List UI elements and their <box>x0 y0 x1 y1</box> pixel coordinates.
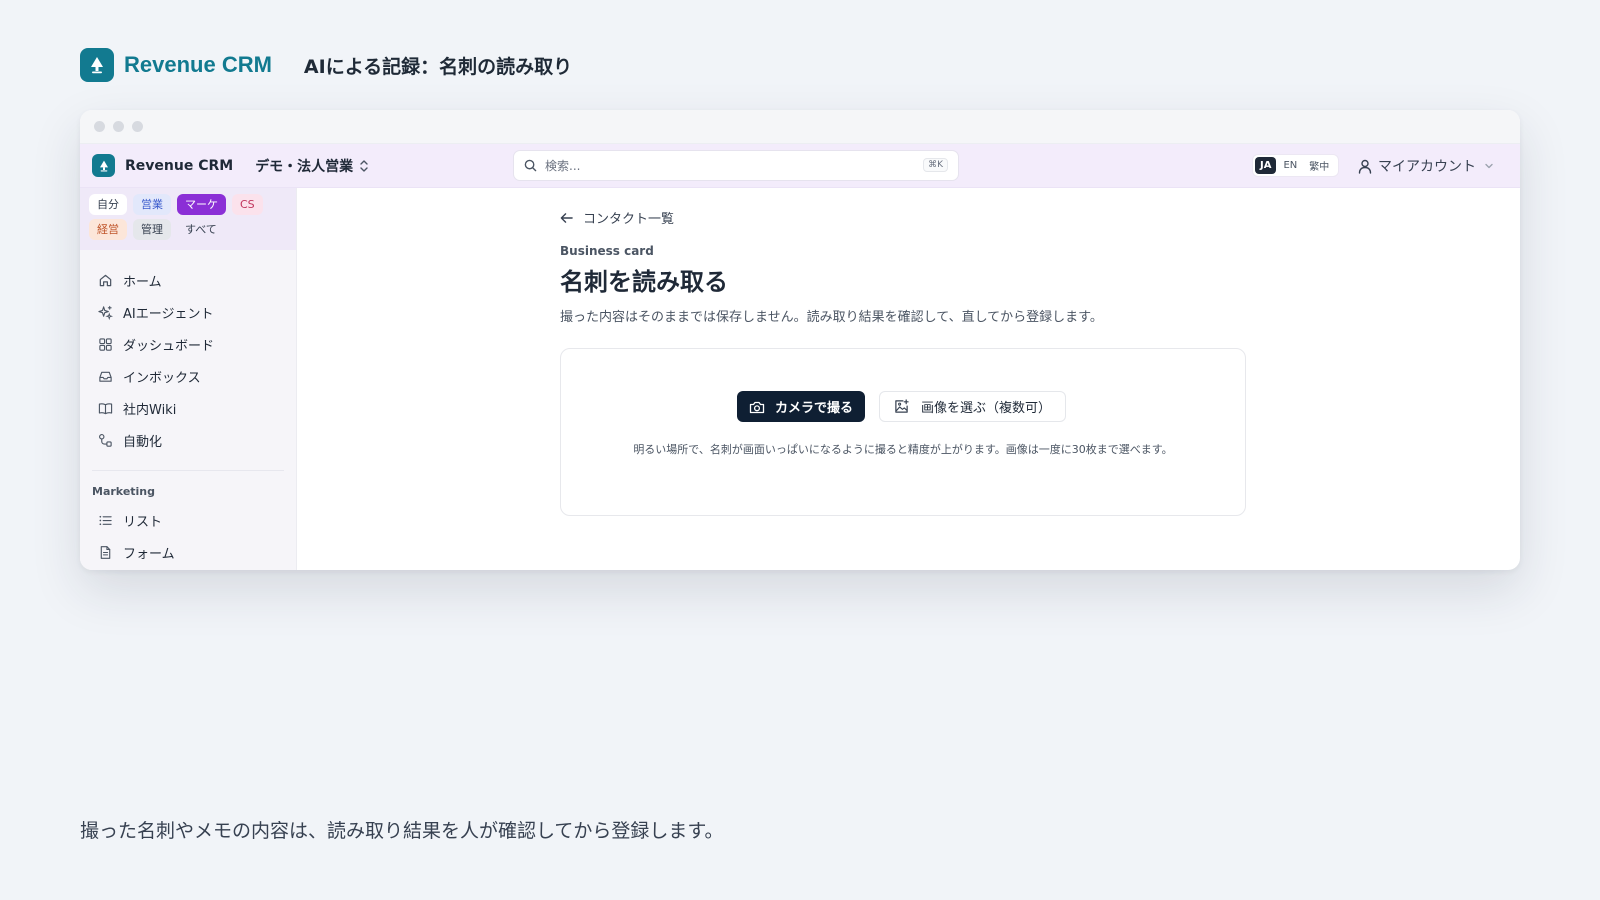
chevron-down-icon <box>1485 163 1493 169</box>
app-logo-icon[interactable] <box>92 154 115 177</box>
workspace-label: デモ・法人営業 <box>255 158 354 175</box>
sidebar-item-label: 社内Wiki <box>123 402 177 418</box>
capture-hint: 明るい場所で、名刺が画面いっぱいになるように撮ると精度が上がります。画像は一度に… <box>633 443 1173 456</box>
chip-self[interactable]: 自分 <box>89 194 127 215</box>
capture-card: カメラで撮る 画像を選ぶ（複数可） 明るい場所で、名刺が画面いっぱいになるように… <box>560 348 1246 516</box>
sidebar-section-marketing: Marketing <box>92 485 156 498</box>
sidebar-item-label: リスト <box>123 514 163 530</box>
back-link-label: コンタクト一覧 <box>583 212 675 227</box>
search-input[interactable] <box>545 158 895 173</box>
inbox-icon <box>99 371 112 382</box>
page-title: 名刺を読み取る <box>560 268 728 296</box>
arrow-left-icon <box>560 212 573 223</box>
image-add-icon <box>895 399 909 413</box>
choose-image-button[interactable]: 画像を選ぶ（複数可） <box>879 391 1067 422</box>
workspace-switcher[interactable]: デモ・法人営業 <box>255 156 369 176</box>
chip-admin[interactable]: 管理 <box>133 219 171 240</box>
home-icon <box>99 274 112 286</box>
sidebar-item-label: インボックス <box>123 370 201 386</box>
sidebar-item-home[interactable]: ホーム <box>80 264 296 296</box>
window-titlebar <box>80 110 1520 144</box>
app-name: Revenue CRM <box>125 157 234 174</box>
list-icon <box>99 515 112 525</box>
lang-ja[interactable]: JA <box>1255 157 1277 174</box>
back-to-contacts-link[interactable]: コンタクト一覧 <box>560 208 674 227</box>
search-icon <box>524 159 537 172</box>
camera-icon <box>749 401 765 413</box>
slide-title: AIによる記録：名刺の読み取り <box>303 55 573 78</box>
chip-executive[interactable]: 経営 <box>89 219 127 240</box>
chip-sales[interactable]: 営業 <box>133 194 171 215</box>
sidebar-item-form[interactable]: フォーム <box>80 536 296 568</box>
slide-header: Revenue CRM AIによる記録：名刺の読み取り <box>80 48 572 82</box>
slide-caption: 撮った名刺やメモの内容は、読み取り結果を人が確認してから登録します。 <box>80 820 724 842</box>
account-menu[interactable]: マイアカウント <box>1358 156 1494 176</box>
sidebar-item-wiki[interactable]: 社内Wiki <box>80 392 296 424</box>
sidebar-item-label: ダッシュボード <box>123 338 215 354</box>
workflow-icon <box>99 433 112 447</box>
capture-actions: カメラで撮る 画像を選ぶ（複数可） <box>737 391 1067 422</box>
brand-logo-icon <box>80 48 114 82</box>
sidebar-item-ai-agent[interactable]: AIエージェント <box>80 296 296 328</box>
chip-all[interactable]: すべて <box>177 219 225 240</box>
lang-en[interactable]: EN <box>1278 157 1302 174</box>
sidebar-item-inbox[interactable]: インボックス <box>80 360 296 392</box>
sidebar-item-automation[interactable]: 自動化 <box>80 424 296 456</box>
user-icon <box>1358 159 1372 174</box>
page-description: 撮った内容はそのままでは保存しません。読み取り結果を確認して、直してから登録しま… <box>560 310 1103 325</box>
window-minimize-dot[interactable] <box>113 121 124 132</box>
window-maximize-dot[interactable] <box>132 121 143 132</box>
app-header: Revenue CRM デモ・法人営業 ⌘K JA EN 繁中 マイアカウント <box>80 144 1520 188</box>
sidebar-item-list[interactable]: リスト <box>80 504 296 536</box>
camera-capture-button[interactable]: カメラで撮る <box>737 391 866 422</box>
window-close-dot[interactable] <box>94 121 105 132</box>
app-window: Revenue CRM デモ・法人営業 ⌘K JA EN 繁中 マイアカウント … <box>80 110 1520 570</box>
sidebar-item-label: 自動化 <box>123 434 163 450</box>
sidebar-nav: ホーム AIエージェント ダッシュボード インボックス 社内Wiki 自動化 <box>80 264 296 456</box>
form-icon <box>100 545 111 559</box>
account-label: マイアカウント <box>1378 159 1476 175</box>
lang-zh-hant[interactable]: 繁中 <box>1304 155 1334 176</box>
search-bar[interactable]: ⌘K <box>513 150 959 181</box>
sidebar-item-dashboard[interactable]: ダッシュボード <box>80 328 296 360</box>
chip-cs[interactable]: CS <box>232 194 263 215</box>
page-eyebrow: Business card <box>560 244 654 258</box>
choose-image-label: 画像を選ぶ（複数可） <box>921 401 1052 416</box>
camera-button-label: カメラで撮る <box>775 400 854 415</box>
sidebar-item-label: フォーム <box>123 546 175 562</box>
sidebar-item-label: AIエージェント <box>123 306 214 322</box>
search-shortcut-badge: ⌘K <box>923 158 948 172</box>
brand-name: Revenue CRM <box>124 52 272 77</box>
chip-marketing[interactable]: マーケ <box>177 194 226 215</box>
team-filter-chips: 自分 営業 マーケ CS 経営 管理 すべて <box>80 188 296 250</box>
book-icon <box>98 402 113 414</box>
dashboard-icon <box>99 337 112 351</box>
chevron-up-down-icon <box>360 159 368 172</box>
sparkle-icon <box>98 305 113 320</box>
sidebar: 自分 営業 マーケ CS 経営 管理 すべて ホーム AIエージェント ダッシュ… <box>80 188 297 570</box>
sidebar-item-label: ホーム <box>123 274 162 290</box>
language-switcher: JA EN 繁中 <box>1252 154 1340 177</box>
main-content: コンタクト一覧 Business card 名刺を読み取る 撮った内容はそのまま… <box>298 188 1520 570</box>
